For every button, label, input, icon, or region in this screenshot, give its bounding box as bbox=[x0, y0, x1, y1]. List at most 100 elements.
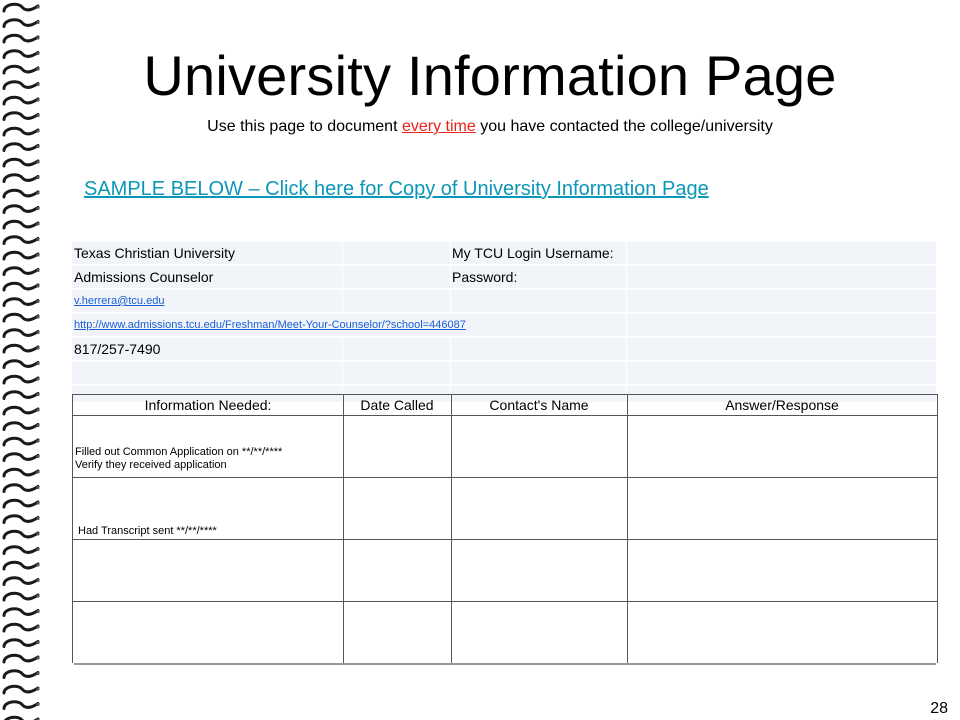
binding-ring bbox=[2, 545, 40, 555]
binding-ring bbox=[2, 250, 40, 261]
binding-ring bbox=[2, 638, 40, 648]
binding-hole bbox=[36, 702, 40, 707]
spiral-binding bbox=[2, 2, 40, 720]
binding-hole bbox=[36, 284, 40, 288]
page-number: 28 bbox=[930, 700, 948, 717]
binding-hole bbox=[36, 36, 40, 40]
binding-hole bbox=[36, 20, 40, 25]
binding-ring bbox=[2, 622, 40, 633]
login-username-label: My TCU Login Username: bbox=[452, 245, 614, 261]
copy-page-link[interactable]: SAMPLE BELOW – Click here for Copy of Un… bbox=[84, 176, 709, 202]
binding-ring bbox=[2, 111, 40, 121]
binding-hole bbox=[36, 113, 40, 118]
binding-ring bbox=[2, 204, 40, 214]
counselor-phone: 817/257-7490 bbox=[74, 341, 161, 357]
binding-hole bbox=[36, 609, 40, 614]
binding-ring bbox=[2, 359, 40, 369]
binding-ring bbox=[2, 498, 40, 509]
binding-hole bbox=[36, 51, 40, 56]
row-1-line-1: Filled out Common Application on **/**/*… bbox=[75, 446, 283, 458]
binding-ring bbox=[2, 684, 40, 695]
binding-ring bbox=[2, 18, 40, 28]
binding-hole bbox=[36, 268, 40, 273]
binding-ring bbox=[2, 607, 40, 617]
binding-ring bbox=[2, 80, 40, 90]
binding-hole bbox=[36, 687, 40, 691]
binding-hole bbox=[36, 346, 40, 350]
binding-ring bbox=[2, 452, 40, 462]
binding-ring bbox=[2, 2, 40, 13]
binding-ring bbox=[2, 297, 40, 307]
binding-hole bbox=[36, 423, 40, 428]
binding-ring bbox=[2, 529, 40, 540]
binding-hole bbox=[36, 361, 40, 366]
subtitle-text-end: you have contacted the college/universit… bbox=[475, 118, 773, 135]
binding-hole bbox=[36, 98, 40, 102]
binding-hole bbox=[36, 408, 40, 412]
university-name: Texas Christian University bbox=[74, 245, 236, 261]
binding-ring bbox=[2, 374, 40, 385]
binding-ring bbox=[2, 405, 40, 416]
binding-hole bbox=[36, 5, 40, 9]
binding-ring bbox=[2, 126, 40, 137]
subtitle-emphasis: every time bbox=[401, 118, 476, 135]
binding-ring bbox=[2, 591, 40, 602]
binding-hole bbox=[36, 330, 40, 335]
subtitle-text-start: Use this page to document bbox=[207, 118, 402, 135]
row-1-line-2: Verify they received application bbox=[75, 459, 227, 471]
binding-ring bbox=[2, 312, 40, 323]
info-row bbox=[72, 362, 936, 386]
binding-hole bbox=[36, 191, 40, 195]
counselor-email-link[interactable]: v.herrera@tcu.edu bbox=[74, 290, 164, 312]
binding-ring bbox=[2, 33, 40, 44]
header-date-called: Date Called bbox=[360, 397, 434, 413]
binding-ring bbox=[2, 49, 40, 59]
binding-hole bbox=[36, 625, 40, 629]
binding-hole bbox=[36, 299, 40, 304]
binding-ring bbox=[2, 653, 40, 664]
page-subtitle: Use this page to document every time you… bbox=[60, 117, 920, 137]
binding-ring bbox=[2, 281, 40, 292]
binding-hole bbox=[36, 516, 40, 521]
binding-hole bbox=[36, 82, 40, 87]
binding-hole bbox=[36, 222, 40, 226]
binding-ring bbox=[2, 219, 40, 230]
binding-hole bbox=[36, 129, 40, 133]
binding-hole bbox=[36, 377, 40, 381]
password-label: Password: bbox=[452, 269, 518, 285]
binding-ring bbox=[2, 483, 40, 493]
binding-ring bbox=[2, 328, 40, 338]
binding-hole bbox=[36, 656, 40, 660]
binding-ring bbox=[2, 560, 40, 571]
binding-hole bbox=[36, 392, 40, 397]
info-row: Admissions Counselor Password: bbox=[72, 266, 936, 290]
binding-hole bbox=[36, 563, 40, 567]
contact-log-table: Information Needed: Date Called Contact'… bbox=[72, 394, 938, 663]
info-row: http://www.admissions.tcu.edu/Freshman/M… bbox=[72, 314, 936, 338]
binding-hole bbox=[36, 578, 40, 583]
table-header: Information Needed: Date Called Contact'… bbox=[73, 395, 937, 416]
binding-hole bbox=[36, 315, 40, 319]
binding-hole bbox=[36, 671, 40, 676]
binding-hole bbox=[36, 640, 40, 645]
row-1-text: Filled out Common Application on **/**/*… bbox=[75, 446, 282, 472]
binding-ring bbox=[2, 436, 40, 447]
binding-hole bbox=[36, 67, 40, 71]
header-information-needed: Information Needed: bbox=[144, 397, 272, 413]
header-contact-name: Contact's Name bbox=[489, 397, 589, 413]
binding-ring bbox=[2, 95, 40, 106]
info-row: Texas Christian University My TCU Login … bbox=[72, 242, 936, 266]
binding-hole bbox=[36, 532, 40, 536]
binding-ring bbox=[2, 514, 40, 524]
binding-ring bbox=[2, 64, 40, 75]
counselor-title: Admissions Counselor bbox=[74, 269, 214, 285]
row-2-text: Had Transcript sent **/**/**** bbox=[78, 525, 217, 538]
binding-ring bbox=[2, 266, 40, 276]
counselor-url-link[interactable]: http://www.admissions.tcu.edu/Freshman/M… bbox=[74, 314, 466, 336]
binding-hole bbox=[36, 253, 40, 257]
binding-ring bbox=[2, 235, 40, 245]
binding-hole bbox=[36, 175, 40, 180]
binding-ring bbox=[2, 343, 40, 354]
binding-hole bbox=[36, 454, 40, 459]
binding-hole bbox=[36, 206, 40, 211]
